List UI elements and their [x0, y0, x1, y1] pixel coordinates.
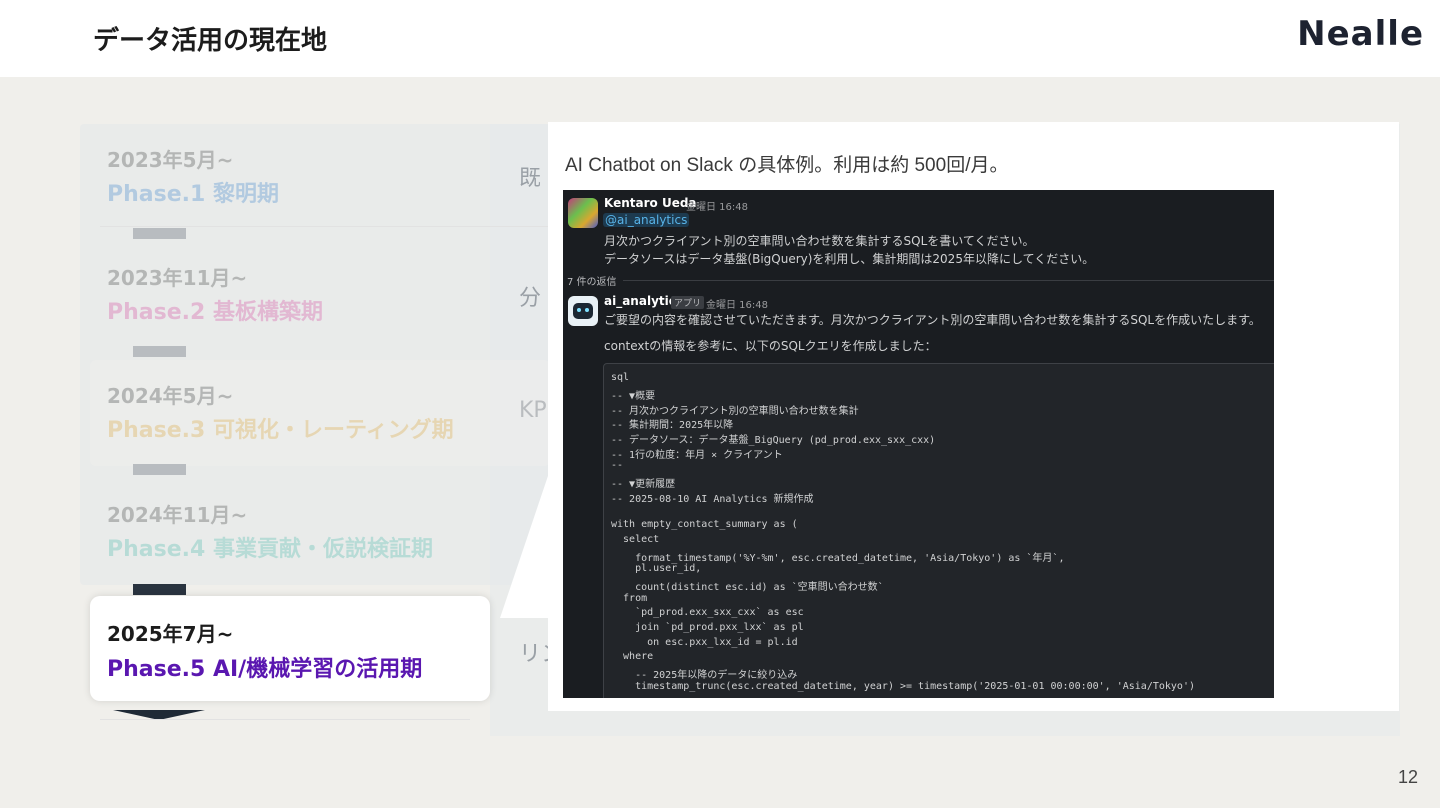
- code-line: count(distinct esc.id) as `空車問い合わせ数`: [611, 582, 884, 593]
- phase-name: Phase.1 黎明期: [107, 182, 279, 207]
- phase-name: Phase.3 可視化・レーティング期: [107, 418, 454, 443]
- code-line: sql: [611, 372, 630, 383]
- phase-1: 2023年5月~ Phase.1 黎明期: [90, 124, 550, 230]
- header: データ活用の現在地 Nealle: [0, 0, 1440, 77]
- code-line: -- ▼概要: [611, 391, 656, 402]
- callout-pointer: [500, 470, 550, 618]
- reply-divider: [623, 280, 1274, 281]
- phase-divider: [100, 719, 470, 720]
- phase-3: 2024年5月~ Phase.3 可視化・レーティング期: [90, 360, 550, 466]
- code-line: -- 2025-08-10 AI Analytics 新規作成: [611, 494, 814, 505]
- code-line: `pd_prod.exx_sxx_cxx` as esc: [611, 607, 804, 618]
- code-line: with empty_contact_summary as (: [611, 519, 798, 530]
- phase-date: 2024年11月~: [107, 503, 248, 527]
- phase-date: 2024年5月~: [107, 384, 234, 408]
- robot-icon: [573, 303, 593, 319]
- phase-arrow: [133, 584, 186, 595]
- mention-link[interactable]: @ai_analytics: [603, 213, 690, 227]
- bot-message-line: contextの情報を参考に、以下のSQLクエリを作成しました：: [604, 339, 937, 353]
- bot-message-line: ご要望の内容を確認させていただきます。月次かつクライアント別の空車問い合わせ数を…: [604, 313, 1261, 327]
- message-line: 月次かつクライアント別の空車問い合わせ数を集計するSQLを書いてください。: [604, 234, 1035, 248]
- reply-count[interactable]: 7 件の返信: [567, 273, 617, 288]
- phase-date: 2023年5月~: [107, 148, 234, 172]
- code-line: timestamp_trunc(esc.created_datetime, ye…: [611, 681, 1195, 692]
- page-title: データ活用の現在地: [93, 26, 328, 56]
- message-time: 金曜日 16:48: [686, 202, 748, 213]
- bot-avatar: [568, 296, 598, 326]
- phase-2: 2023年11月~ Phase.2 基板構築期: [90, 242, 550, 348]
- code-line: -- 1行の粒度：年月 × クライアント: [611, 450, 783, 461]
- message-line: データソースはデータ基盤(BigQuery)を利用し、集計期間は2025年以降に…: [604, 252, 1095, 266]
- code-line: on esc.pxx_lxx_id = pl.id: [611, 637, 798, 648]
- code-line: -- 集計期間：2025年以降: [611, 420, 734, 431]
- code-line: from: [611, 593, 648, 604]
- page-number: 12: [1397, 767, 1418, 787]
- phase-date: 2023年11月~: [107, 266, 248, 290]
- phase-arrow: [133, 228, 186, 239]
- code-line: -- 月次かつクライアント別の空車問い合わせ数を集計: [611, 406, 859, 417]
- app-badge: アプリ: [671, 296, 705, 309]
- card-caption: AI Chatbot on Slack の具体例。利用は約 500回/月。: [565, 155, 1009, 176]
- phase-divider: [100, 226, 550, 227]
- phase-name: Phase.5 AI/機械学習の活用期: [107, 657, 423, 682]
- message-author: Kentaro Ueda: [604, 196, 697, 210]
- code-line: -- 2025年以降のデータに絞り込み: [611, 670, 798, 681]
- code-line: -- ▼更新履歴: [611, 479, 676, 490]
- code-line: join `pd_prod.pxx_lxx` as pl: [611, 622, 804, 633]
- bot-message-time: 金曜日 16:48: [706, 300, 768, 311]
- phase-5-active: 2025年7月~ Phase.5 AI/機械学習の活用期: [90, 596, 490, 701]
- code-line: select: [611, 534, 660, 545]
- phase-date: 2025年7月~: [107, 622, 234, 646]
- code-line: --: [611, 460, 624, 471]
- code-line: -- データソース：データ基盤_BigQuery (pd_prod.exx_sx…: [611, 435, 936, 446]
- sql-code-block: sql -- ▼概要 -- 月次かつクライアント別の空車問い合わせ数を集計 --…: [603, 363, 1274, 698]
- phase-arrow: [133, 464, 186, 475]
- phase-name: Phase.4 事業貢献・仮説検証期: [107, 537, 433, 562]
- slack-thread-screenshot: Kentaro Ueda 金曜日 16:48 @ai_analytics 月次か…: [563, 190, 1274, 698]
- phase-name: Phase.2 基板構築期: [107, 300, 323, 325]
- code-line: format_timestamp('%Y-%m', esc.created_da…: [611, 553, 1065, 564]
- code-line: where: [611, 651, 654, 662]
- code-line: pl.user_id,: [611, 563, 702, 574]
- brand-logo: Nealle: [1297, 14, 1424, 54]
- phase-4: 2024年11月~ Phase.4 事業貢献・仮説検証期: [90, 479, 550, 585]
- phase-arrow: [133, 346, 186, 357]
- user-avatar: [568, 198, 598, 228]
